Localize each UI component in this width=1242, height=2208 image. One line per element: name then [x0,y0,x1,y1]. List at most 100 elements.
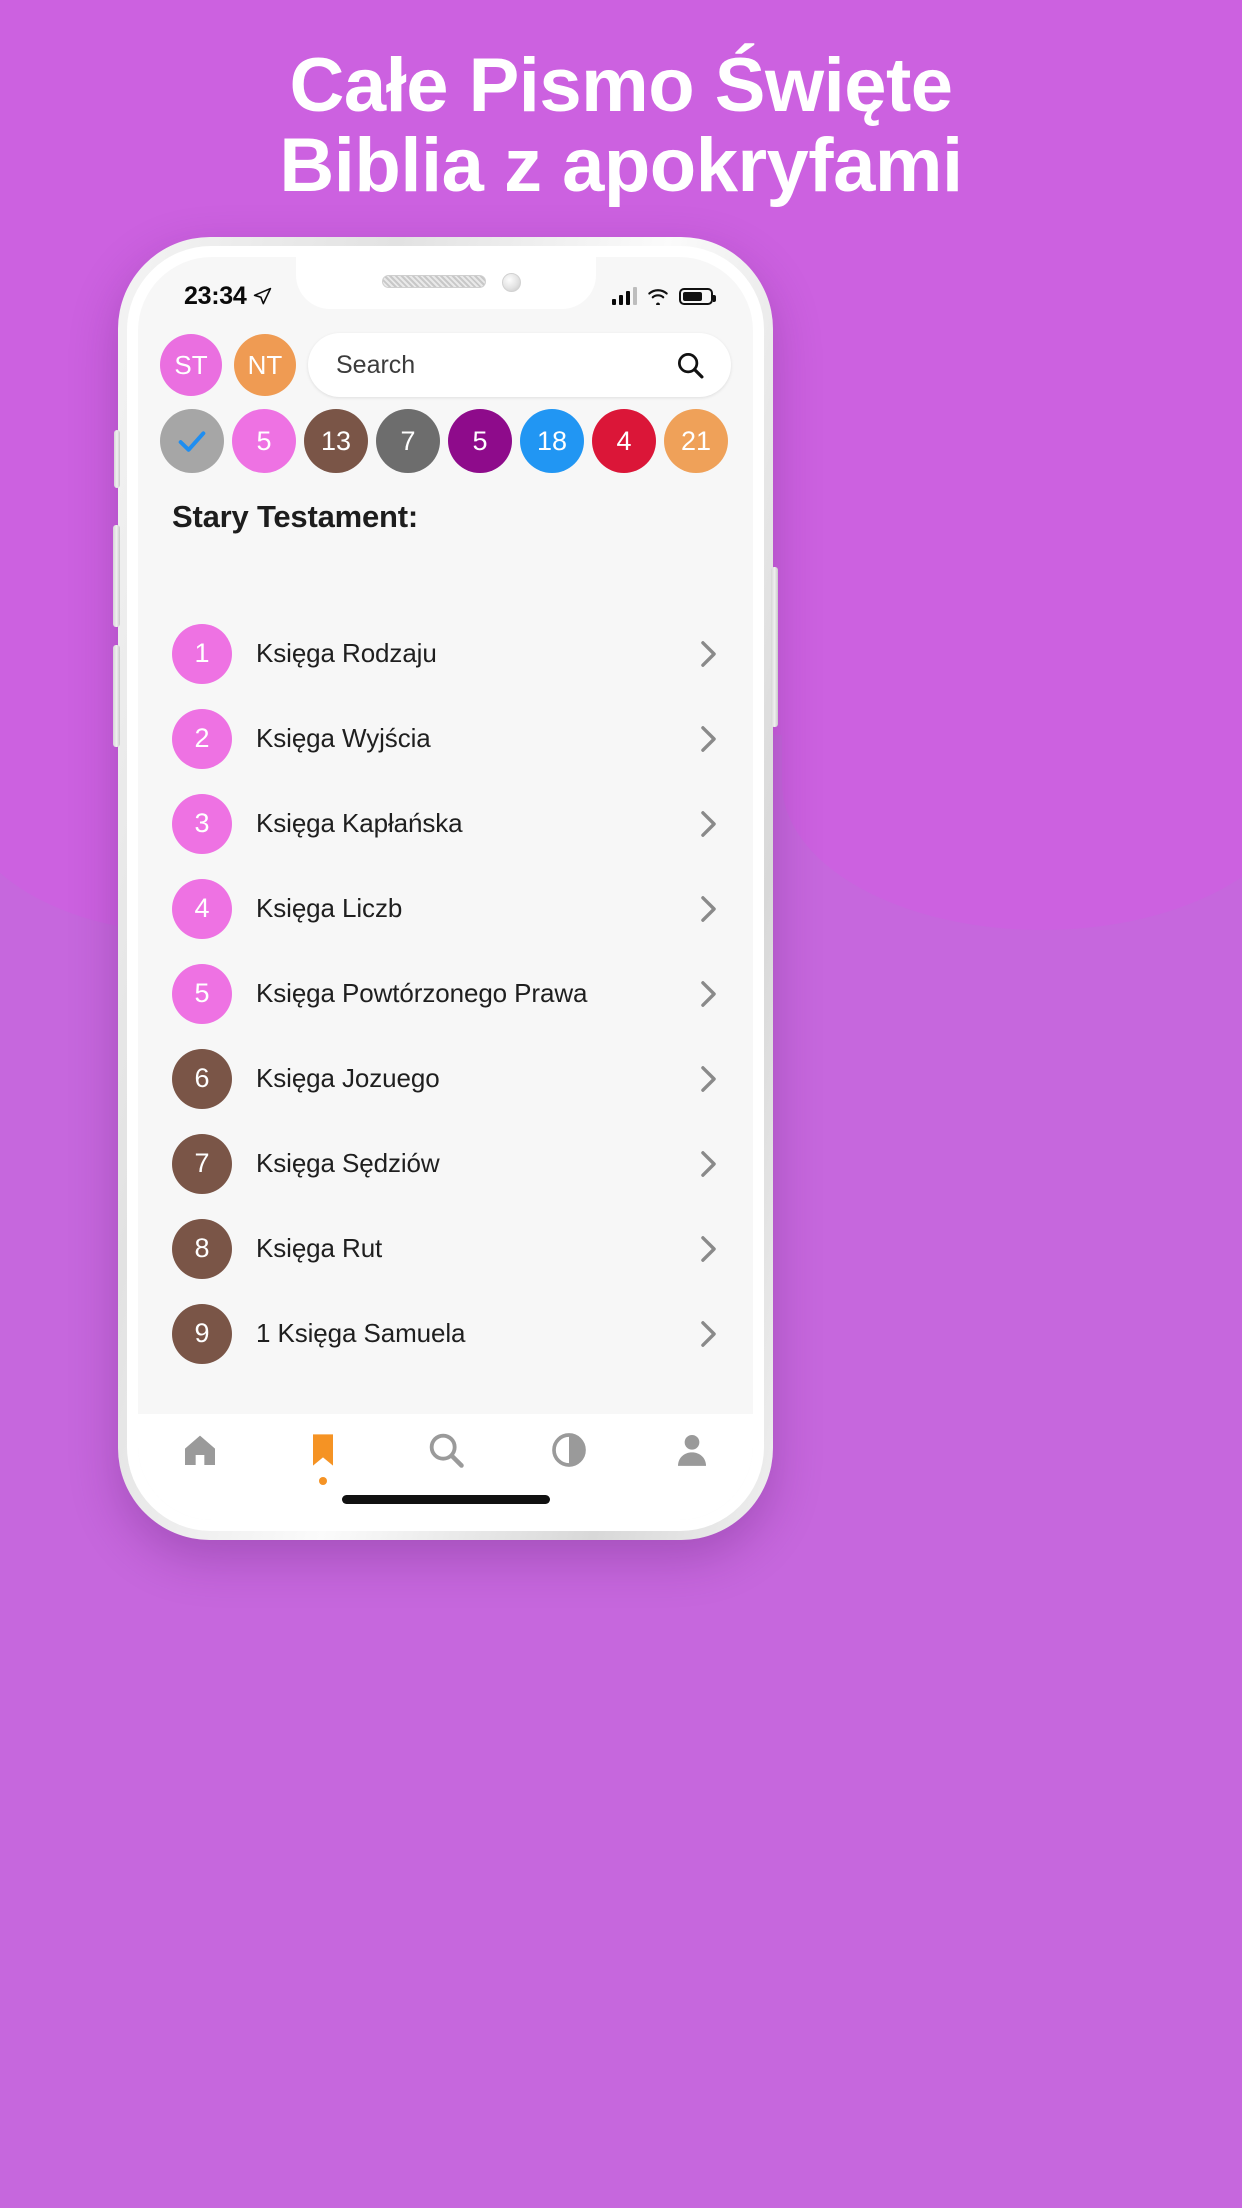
mute-switch[interactable] [114,430,120,488]
table-row[interactable]: 9 1 Księga Samuela [160,1291,731,1376]
testament-badge-st[interactable]: ST [160,334,222,396]
home-icon [184,1435,215,1465]
status-bar-time: 23:34 [184,281,247,310]
home-indicator[interactable] [341,1495,550,1504]
tab-indicator-dot [688,1477,696,1485]
wifi-icon [648,289,668,305]
table-row[interactable]: 1 Księga Rodzaju [160,611,731,696]
chevron-right-icon [701,1320,716,1347]
tab-indicator-dot [565,1477,573,1485]
book-title: Księga Rodzaju [256,638,437,668]
chip-4-label: 5 [472,425,488,456]
chip-3-label: 7 [400,425,416,456]
book-number: 5 [194,978,210,1008]
book-number-badge: 5 [172,963,232,1024]
book-number-badge: 2 [172,708,232,769]
status-bar-right [611,287,716,305]
book-title: Księga Powtórzonego Prawa [256,978,588,1008]
chip-3[interactable]: 7 [376,409,440,473]
chevron-right-icon [701,1150,716,1177]
bottom-tab-bar [138,1414,753,1520]
table-row[interactable]: 8 Księga Rut [160,1206,731,1291]
book-number-badge: 1 [172,623,232,684]
chip-7[interactable]: 21 [664,409,728,473]
book-number: 4 [194,893,210,923]
testament-badge-nt-label: NT [247,349,283,380]
chip-5[interactable]: 18 [520,409,584,473]
front-camera-icon [501,273,521,292]
section-title: Stary Testament: [172,499,419,534]
headline-line-1: Całe Pismo Święte [289,43,953,128]
tab-theme[interactable] [507,1430,630,1485]
book-title: Księga Liczb [256,893,403,923]
search-icon[interactable] [675,350,705,380]
book-title: Księga Sędziów [256,1148,440,1178]
volume-up-button[interactable] [113,525,120,627]
category-chip-row: 5 13 7 5 18 4 21 [160,409,731,473]
book-list[interactable]: 1 Księga Rodzaju 2 Księga Wyjścia 3 Księ… [138,611,753,1414]
table-row[interactable]: 4 Księga Liczb [160,866,731,951]
chip-4[interactable]: 5 [448,409,512,473]
chip-6[interactable]: 4 [592,409,656,473]
book-number-badge: 9 [172,1303,232,1364]
chevron-right-icon [701,1065,716,1092]
tab-home[interactable] [138,1430,261,1485]
chevron-right-icon [701,1235,716,1262]
search-input[interactable]: Search [308,333,731,397]
book-number: 9 [194,1318,210,1348]
volume-down-button[interactable] [113,645,120,747]
cellular-bars-icon [611,287,637,305]
book-number: 8 [194,1233,210,1263]
phone-mockup: 23:34 ST NT Search 5 13 7 5 18 4 21 Star… [113,237,778,1540]
chip-6-label: 4 [616,425,632,456]
chip-7-label: 21 [680,425,712,456]
book-number-badge: 6 [172,1048,232,1109]
location-arrow-icon [254,287,272,304]
book-title: Księga Rut [256,1233,383,1263]
book-number: 2 [194,723,210,753]
tab-profile[interactable] [630,1430,753,1485]
book-title: Księga Kapłańska [256,808,463,838]
earpiece-speaker [381,275,486,288]
book-number: 3 [194,808,210,838]
book-number-badge: 8 [172,1218,232,1279]
battery-icon [679,287,716,305]
chip-1-label: 5 [256,425,272,456]
chevron-right-icon [701,725,716,752]
tab-indicator-dot [442,1477,450,1485]
tab-bookmarks[interactable] [261,1430,384,1485]
tab-indicator-dot [196,1477,204,1485]
book-number-badge: 7 [172,1133,232,1194]
chip-2[interactable]: 13 [304,409,368,473]
chevron-right-icon [701,980,716,1007]
power-button[interactable] [771,567,778,727]
table-row[interactable]: 2 Księga Wyjścia [160,696,731,781]
testament-badge-st-label: ST [174,349,208,380]
table-row[interactable]: 5 Księga Powtórzonego Prawa [160,951,731,1036]
testament-and-search-row: ST NT Search [160,317,731,397]
chip-2-label: 13 [320,425,352,456]
person-icon [677,1435,706,1466]
testament-badge-nt[interactable]: NT [234,334,296,396]
phone-screen: 23:34 ST NT Search 5 13 7 5 18 4 21 Star… [138,257,753,1520]
tab-search[interactable] [384,1430,507,1485]
book-number-badge: 3 [172,793,232,854]
chip-all-checked[interactable] [160,409,224,473]
contrast-icon [551,1433,586,1467]
chip-5-label: 18 [536,425,568,456]
book-number-badge: 4 [172,878,232,939]
table-row[interactable]: 7 Księga Sędziów [160,1121,731,1206]
tab-indicator-dot [318,1477,327,1485]
book-title: 1 Księga Samuela [256,1318,466,1348]
bookmark-icon [312,1434,333,1466]
check-icon [178,431,206,452]
search-placeholder: Search [336,350,416,379]
phone-bezel: 23:34 ST NT Search 5 13 7 5 18 4 21 Star… [127,246,764,1531]
headline-line-2: Biblia z apokryfami [279,123,963,208]
table-row[interactable]: 6 Księga Jozuego [160,1036,731,1121]
chip-1[interactable]: 5 [232,409,296,473]
chevron-right-icon [701,640,716,667]
book-title: Księga Wyjścia [256,723,431,753]
table-row[interactable]: 3 Księga Kapłańska [160,781,731,866]
search-icon [429,1433,464,1468]
